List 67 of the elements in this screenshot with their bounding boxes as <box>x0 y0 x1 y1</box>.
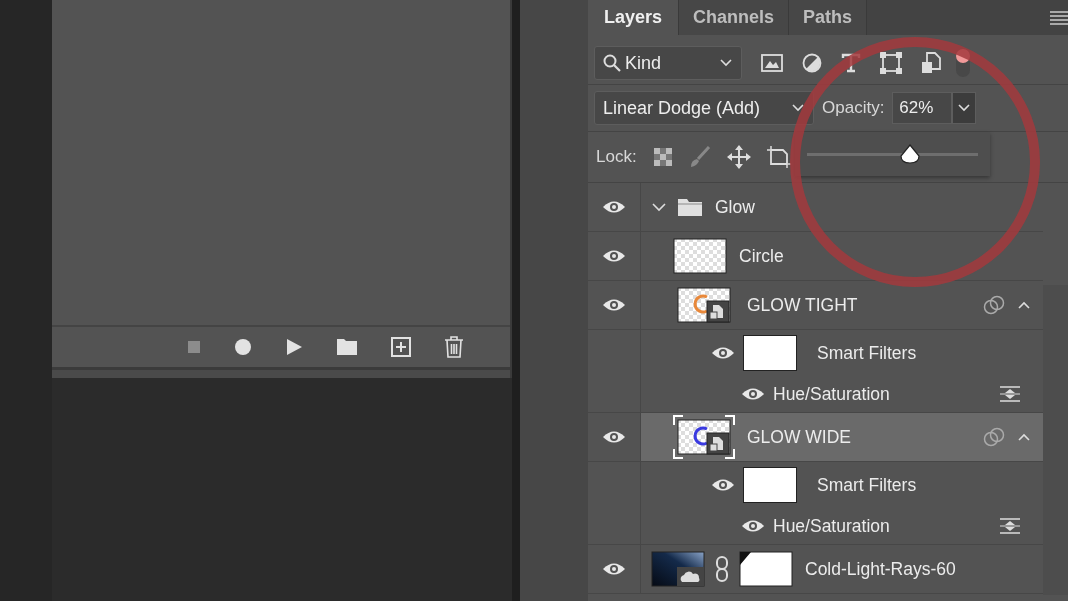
layer-row[interactable]: Cold-Light-Rays-60 <box>588 545 1043 594</box>
eye-icon[interactable] <box>741 518 765 534</box>
smart-object-badge-icon <box>706 432 730 455</box>
folder-icon <box>677 197 703 217</box>
search-icon <box>603 54 621 72</box>
slider-thumb[interactable] <box>898 144 921 164</box>
opacity-dropdown-button[interactable] <box>952 92 977 124</box>
layer-name: Circle <box>739 245 784 267</box>
play-icon <box>285 338 303 356</box>
linked-circles-icon[interactable] <box>983 295 1005 315</box>
blend-mode-dropdown[interactable]: Linear Dodge (Add) <box>594 91 814 125</box>
eye-icon[interactable] <box>711 345 735 361</box>
trash-icon <box>444 336 464 358</box>
image-icon[interactable] <box>761 54 783 72</box>
smart-filters-label: Smart Filters <box>817 474 917 496</box>
lock-transparency-icon[interactable] <box>652 147 673 167</box>
filter-kind-dropdown[interactable]: Kind <box>594 46 742 80</box>
smart-filters-label: Smart Filters <box>817 342 917 364</box>
chevron-down-icon <box>791 103 805 113</box>
eye-icon[interactable] <box>602 561 626 577</box>
lock-label: Lock: <box>596 147 637 167</box>
layer-name: GLOW WIDE <box>747 426 852 448</box>
smart-object-icon[interactable] <box>921 52 941 74</box>
artboard-lock-icon[interactable] <box>766 146 791 168</box>
filter-name[interactable]: Hue/Saturation <box>773 515 890 537</box>
folder-icon <box>336 338 358 356</box>
eye-icon[interactable] <box>741 386 765 402</box>
eye-icon[interactable] <box>602 429 626 445</box>
panel-tab[interactable]: Layers <box>588 0 680 35</box>
layer-row[interactable]: GLOW TIGHT <box>588 281 1043 330</box>
mask-thumbnail <box>739 551 793 587</box>
panel-tab[interactable]: Paths <box>789 0 868 35</box>
transparent-thumbnail <box>673 238 727 274</box>
adjustment-icon[interactable] <box>802 53 822 73</box>
opacity-field[interactable]: 62% <box>892 92 953 124</box>
opacity-label: Opacity: <box>822 98 885 118</box>
layer-name: GLOW TIGHT <box>747 294 858 316</box>
filter-mask-thumbnail <box>743 335 797 371</box>
add-icon <box>391 337 411 357</box>
layer-row[interactable]: Circle <box>588 232 1043 281</box>
blending-options-icon[interactable] <box>999 518 1021 534</box>
caret-icon[interactable] <box>1017 299 1031 311</box>
resize-grip[interactable] <box>52 370 510 378</box>
smart-object-badge-icon <box>706 300 730 323</box>
chevron-down-icon <box>957 103 972 113</box>
move-icon[interactable] <box>726 145 751 169</box>
eye-icon[interactable] <box>602 199 626 215</box>
panel-tab[interactable]: Channels <box>679 0 790 35</box>
eye-icon[interactable] <box>602 248 626 264</box>
record-icon <box>234 338 252 356</box>
image-thumbnail <box>651 551 705 587</box>
blending-options-icon[interactable] <box>999 386 1021 402</box>
eye-icon[interactable] <box>602 297 626 313</box>
filter-name[interactable]: Hue/Saturation <box>773 383 890 405</box>
opacity-slider[interactable] <box>807 143 978 165</box>
layer-name: Cold-Light-Rays-60 <box>805 558 956 580</box>
stop-icon <box>187 340 201 354</box>
caret-icon[interactable] <box>1017 431 1031 443</box>
filter-mask-thumbnail <box>743 467 797 503</box>
layer-row[interactable]: Glow <box>588 183 1043 232</box>
chain-link-icon[interactable] <box>715 556 729 582</box>
scrollbar[interactable] <box>1043 285 1068 595</box>
shape-icon[interactable] <box>880 52 902 74</box>
eye-icon[interactable] <box>711 477 735 493</box>
layer-name: Glow <box>715 196 755 218</box>
menu-icon[interactable] <box>1050 10 1068 25</box>
chevron-down-icon <box>719 58 733 68</box>
